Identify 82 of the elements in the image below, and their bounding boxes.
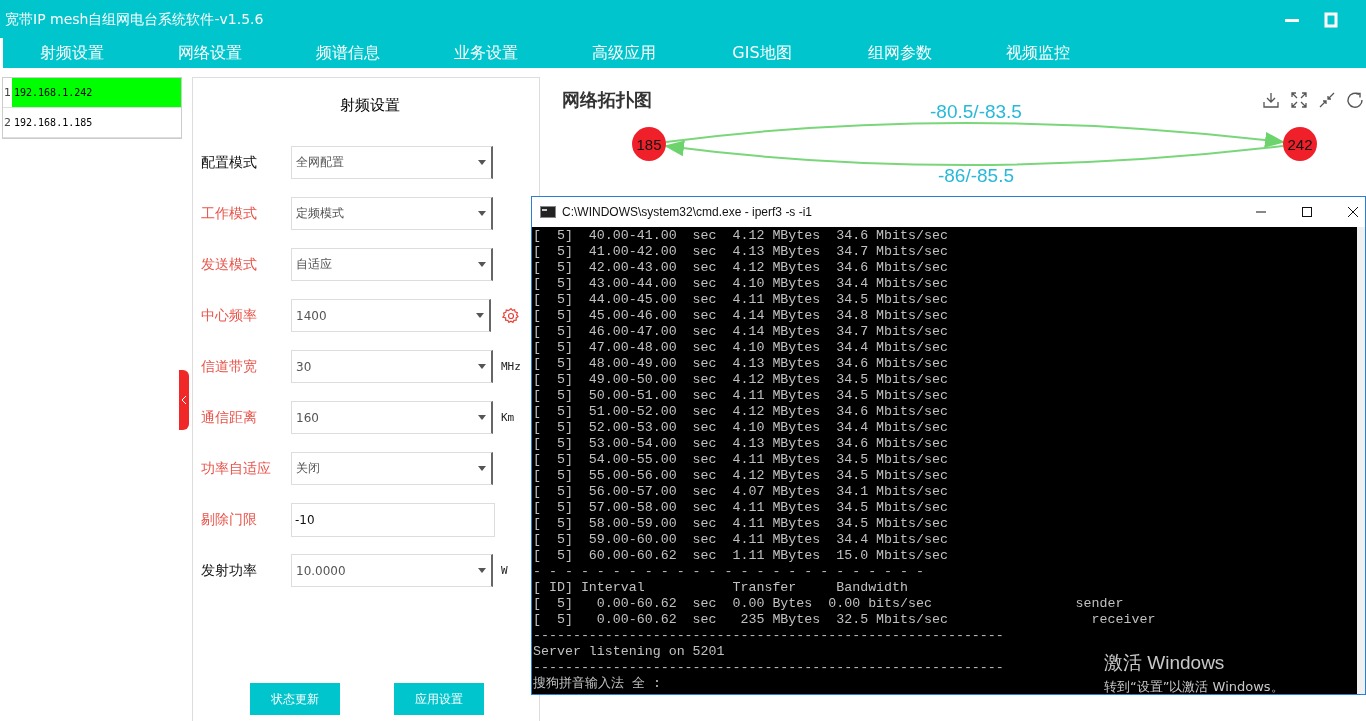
- caret-icon[interactable]: [478, 160, 486, 165]
- download-icon[interactable]: [1262, 91, 1280, 109]
- console-line: [ 5] 42.00-43.00 sec 4.12 MBytes 34.6 Mbits/sec: [533, 260, 948, 276]
- dropdown[interactable]: 10.0000: [291, 554, 493, 587]
- console-line: [ ID] Interval Transfer Bandwidth: [533, 580, 909, 596]
- caret-icon[interactable]: [478, 466, 486, 471]
- device-item[interactable]: 192.168.1.242: [12, 78, 181, 107]
- topology-title: 网络拓扑图: [562, 88, 652, 112]
- unit-label: W: [501, 564, 508, 577]
- console-title: C:\WINDOWS\system32\cmd.exe - iperf3 -s -i1: [562, 205, 813, 219]
- chevron-icon[interactable]: [181, 395, 187, 405]
- console-line: [ 5] 41.00-42.00 sec 4.13 MBytes 34.7 Mbits/sec: [533, 244, 948, 260]
- row-number: 2: [3, 115, 12, 131]
- console-line: [ 5] 60.00-60.62 sec 1.11 MBytes 15.0 Mbits/sec: [533, 548, 948, 564]
- dropdown[interactable]: 关闭: [291, 452, 493, 485]
- panel-title: 射频设置: [339, 96, 401, 115]
- console-line: [ 5] 56.00-57.00 sec 4.07 MBytes 34.1 Mbits/sec: [533, 484, 948, 500]
- console-line: [ 5] 55.00-56.00 sec 4.12 MBytes 34.5 Mbits/sec: [533, 468, 948, 484]
- console-line: - - - - - - - - - - - - - - - - - - - - - - - - -: [533, 564, 924, 580]
- console-line: Server listening on 5201: [533, 644, 725, 660]
- console-line: [ 5] 58.00-59.00 sec 4.11 MBytes 34.5 Mbits/sec: [533, 516, 948, 532]
- field-label: 信道带宽: [201, 357, 258, 376]
- activation-notice: 激活 Windows: [1104, 651, 1226, 675]
- console-line: [ 5] 0.00-60.62 sec 0.00 Bytes 0.00 bits/sec sender: [533, 596, 1124, 612]
- console-line: [ 5] 43.00-44.00 sec 4.10 MBytes 34.4 Mbits/sec: [533, 276, 948, 292]
- window-title: 宽带IP mesh自组网电台系统软件-v1.5.6: [4, 11, 264, 29]
- field-label: 剔除门限: [201, 510, 258, 529]
- close-icon[interactable]: [1347, 206, 1359, 218]
- console-line: [ 5] 0.00-60.62 sec 235 MBytes 32.5 Mbits/sec receiver: [533, 612, 1156, 628]
- unit-label: Km: [501, 411, 515, 424]
- caret-icon[interactable]: [478, 262, 486, 267]
- unit-label: MHz: [501, 360, 521, 373]
- shrink-icon[interactable]: [1318, 91, 1336, 109]
- console-line: [ 5] 48.00-49.00 sec 4.13 MBytes 34.6 Mbits/sec: [533, 356, 948, 372]
- collapse-tab[interactable]: [179, 370, 189, 430]
- field-label: 发射功率: [201, 561, 258, 580]
- console-icon: [540, 206, 556, 218]
- caret-icon[interactable]: [478, 211, 486, 216]
- settings-icon[interactable]: [502, 306, 520, 325]
- dropdown[interactable]: 定频模式: [291, 197, 493, 230]
- input-field[interactable]: -10: [291, 502, 495, 537]
- maximize-icon[interactable]: [1301, 206, 1313, 218]
- dropdown[interactable]: 30: [291, 350, 493, 383]
- console-line: [ 5] 46.00-47.00 sec 4.14 MBytes 34.7 Mbits/sec: [533, 324, 948, 340]
- console-line: [ 5] 51.00-52.00 sec 4.12 MBytes 34.6 Mbits/sec: [533, 404, 948, 420]
- console-line: [ 5] 52.00-53.00 sec 4.10 MBytes 34.4 Mbits/sec: [533, 420, 948, 436]
- console-line: [ 5] 53.00-54.00 sec 4.13 MBytes 34.6 Mbits/sec: [533, 436, 948, 452]
- link-label: -80.5/-83.5: [930, 101, 1022, 122]
- console-line: [ 5] 54.00-55.00 sec 4.11 MBytes 34.5 Mbits/sec: [533, 452, 948, 468]
- console-line: [ 5] 47.00-48.00 sec 4.10 MBytes 34.4 Mbits/sec: [533, 340, 948, 356]
- caret-icon[interactable]: [478, 364, 486, 369]
- fullscreen-icon[interactable]: [1290, 91, 1308, 109]
- network-node[interactable]: 185: [632, 127, 666, 161]
- row-number: 1: [3, 85, 12, 101]
- caret-icon[interactable]: [478, 568, 486, 573]
- field-label: 配置模式: [201, 153, 258, 172]
- refresh-icon[interactable]: [1346, 91, 1364, 109]
- console-line: -----------------------------------------------------------: [533, 628, 1004, 644]
- dropdown[interactable]: 1400: [291, 299, 491, 332]
- console-line: [ 5] 44.00-45.00 sec 4.11 MBytes 34.5 Mbits/sec: [533, 292, 948, 308]
- dropdown[interactable]: 全网配置: [291, 146, 493, 179]
- field-label: 功率自适应: [201, 459, 272, 478]
- link-label: -86/-85.5: [938, 165, 1014, 186]
- console-line: [ 5] 40.00-41.00 sec 4.12 MBytes 34.6 Mbits/sec: [533, 228, 948, 244]
- field-label: 发送模式: [201, 255, 258, 274]
- field-label: 中心频率: [201, 306, 258, 325]
- console-line: -----------------------------------------------------------: [533, 660, 1004, 676]
- dropdown[interactable]: 160: [291, 401, 493, 434]
- scrollbar[interactable]: [1357, 227, 1365, 694]
- dropdown[interactable]: 自适应: [291, 248, 493, 281]
- console-line: [ 5] 45.00-46.00 sec 4.14 MBytes 34.8 Mbits/sec: [533, 308, 948, 324]
- console-line: [ 5] 49.00-50.00 sec 4.12 MBytes 34.5 Mbits/sec: [533, 372, 948, 388]
- field-label: 工作模式: [201, 204, 258, 223]
- caret-icon[interactable]: [478, 415, 486, 420]
- field-label: 通信距离: [201, 408, 258, 427]
- console-line: [ 5] 57.00-58.00 sec 4.11 MBytes 34.5 Mbits/sec: [533, 500, 948, 516]
- activation-hint: 转到“设置”以激活 Windows。: [1104, 678, 1284, 696]
- caret-icon[interactable]: [476, 313, 484, 318]
- console-line: [ 5] 50.00-51.00 sec 4.11 MBytes 34.5 Mbits/sec: [533, 388, 948, 404]
- console-line: [ 5] 59.00-60.00 sec 4.11 MBytes 34.4 Mbits/sec: [533, 532, 948, 548]
- network-node[interactable]: 242: [1283, 127, 1317, 161]
- console-line: 搜狗拼音输入法 全 :: [533, 676, 661, 692]
